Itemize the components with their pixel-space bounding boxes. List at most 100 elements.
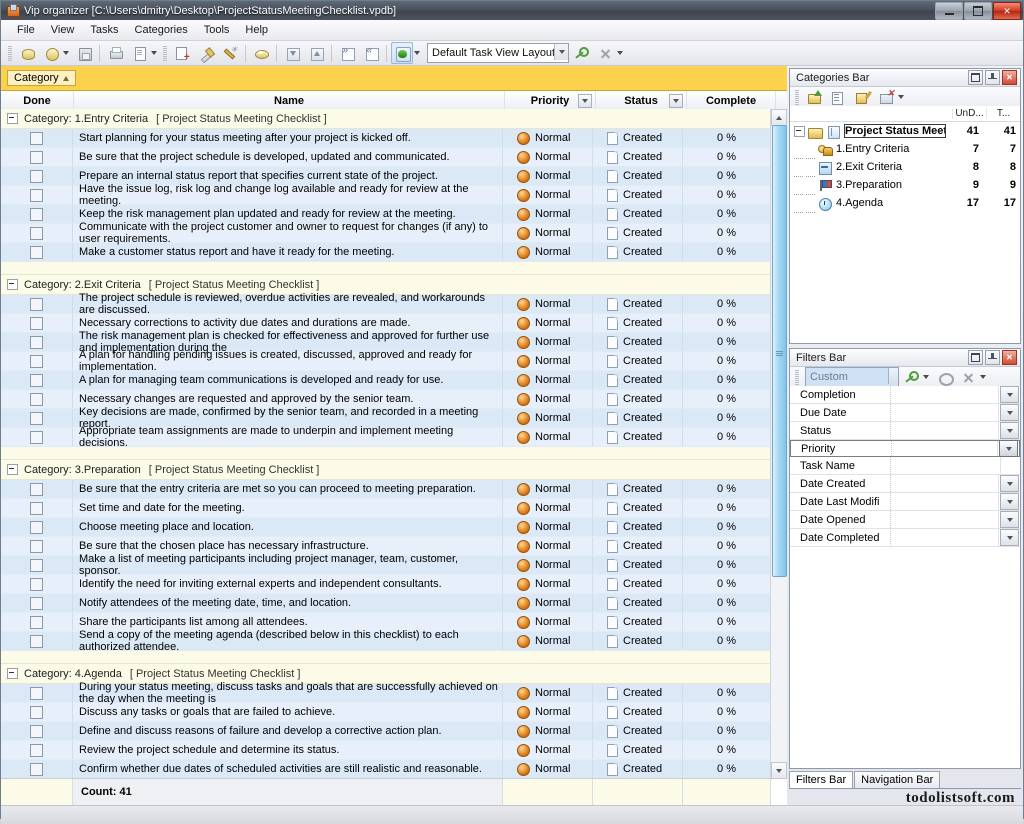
task-done-cell[interactable] <box>1 632 73 650</box>
task-status-cell[interactable]: Created <box>593 518 683 536</box>
category-tree-item[interactable]: 4.Agenda 17 17 <box>790 194 1020 213</box>
task-row[interactable]: Send a copy of the meeting agenda (descr… <box>1 629 771 653</box>
view-layout-icon[interactable] <box>391 42 413 64</box>
scroll-up-button[interactable] <box>771 109 787 126</box>
task-complete-cell[interactable]: 0 % <box>683 390 771 408</box>
task-done-checkbox[interactable] <box>30 743 43 757</box>
task-priority-cell[interactable]: Normal <box>503 518 593 536</box>
task-done-cell[interactable] <box>1 722 73 740</box>
filter-row[interactable]: Due Date <box>790 404 1020 422</box>
task-status-cell[interactable]: Created <box>593 167 683 185</box>
categories-close-button[interactable]: ✕ <box>1002 70 1017 85</box>
task-row[interactable]: Choose meeting place and location. Normal… <box>1 518 771 537</box>
task-done-checkbox[interactable] <box>30 577 43 591</box>
task-row[interactable]: A plan for managing team communications … <box>1 371 771 390</box>
task-done-cell[interactable] <box>1 480 73 498</box>
task-priority-cell[interactable]: Normal <box>503 741 593 759</box>
task-done-checkbox[interactable] <box>30 596 43 610</box>
task-name-cell[interactable]: Be sure that the entry criteria are met … <box>73 480 503 498</box>
filter-value[interactable] <box>891 422 999 439</box>
menu-item-tasks[interactable]: Tasks <box>82 22 126 38</box>
task-priority-cell[interactable]: Normal <box>503 390 593 408</box>
move-up-icon[interactable] <box>305 42 327 64</box>
task-done-cell[interactable] <box>1 537 73 555</box>
task-name-cell[interactable]: Send a copy of the meeting agenda (descr… <box>73 629 503 653</box>
filters-toolbar-grip[interactable] <box>795 369 799 385</box>
task-complete-cell[interactable]: 0 % <box>683 352 771 370</box>
task-priority-cell[interactable]: Normal <box>503 499 593 517</box>
filter-value[interactable] <box>892 441 998 456</box>
task-status-cell[interactable]: Created <box>593 684 683 702</box>
task-done-checkbox[interactable] <box>30 392 43 406</box>
task-name-cell[interactable]: Be sure that the project schedule is dev… <box>73 148 503 166</box>
task-row[interactable]: Make a list of meeting participants incl… <box>1 553 771 577</box>
task-done-checkbox[interactable] <box>30 558 43 572</box>
minimize-button[interactable] <box>935 2 963 20</box>
column-header-name[interactable]: Name <box>74 91 505 110</box>
menu-item-file[interactable]: File <box>9 22 43 38</box>
task-done-checkbox[interactable] <box>30 686 43 700</box>
layout-overflow-icon[interactable] <box>617 51 623 55</box>
task-status-cell[interactable]: Created <box>593 205 683 223</box>
task-done-cell[interactable] <box>1 499 73 517</box>
delete-task-icon[interactable] <box>219 42 241 64</box>
task-done-cell[interactable] <box>1 295 73 313</box>
task-priority-cell[interactable]: Normal <box>503 703 593 721</box>
filter-row[interactable]: Completion <box>790 386 1020 404</box>
task-status-cell[interactable]: Created <box>593 575 683 593</box>
task-complete-cell[interactable]: 0 % <box>683 371 771 389</box>
delete-filter-icon[interactable] <box>957 366 979 388</box>
filter-row[interactable]: Date Last Modifi <box>790 493 1020 511</box>
task-status-cell[interactable]: Created <box>593 352 683 370</box>
task-status-cell[interactable]: Created <box>593 148 683 166</box>
task-status-cell[interactable]: Created <box>593 760 683 778</box>
task-row[interactable]: Set time and date for the meeting. Normal… <box>1 499 771 518</box>
task-priority-cell[interactable]: Normal <box>503 333 593 351</box>
tree-collapse-icon[interactable] <box>794 125 805 137</box>
task-done-checkbox[interactable] <box>30 316 43 330</box>
task-done-checkbox[interactable] <box>30 724 43 738</box>
task-row[interactable]: Be sure that the project schedule is dev… <box>1 148 771 167</box>
task-name-cell[interactable]: Communicate with the project customer an… <box>73 221 503 245</box>
filter-overflow-icon[interactable] <box>980 375 986 379</box>
task-priority-cell[interactable]: Normal <box>503 613 593 631</box>
task-done-cell[interactable] <box>1 186 73 204</box>
task-done-checkbox[interactable] <box>30 188 43 202</box>
column-header-status[interactable]: Status <box>596 91 687 110</box>
new-category-icon[interactable] <box>803 86 825 108</box>
apply-filter-icon[interactable] <box>900 366 922 388</box>
task-status-cell[interactable]: Created <box>593 243 683 261</box>
maximize-button[interactable] <box>964 2 992 20</box>
task-name-cell[interactable]: Discuss any tasks or goals that are fail… <box>73 703 503 721</box>
task-done-checkbox[interactable] <box>30 169 43 183</box>
task-done-cell[interactable] <box>1 594 73 612</box>
task-name-cell[interactable]: During your status meeting, discuss task… <box>73 681 503 705</box>
task-name-cell[interactable]: A plan for managing team communications … <box>73 371 503 389</box>
clear-filter-icon[interactable] <box>933 366 955 388</box>
filter-dropdown-button[interactable] <box>1000 404 1019 421</box>
categories-col-undone[interactable]: UnD... <box>952 108 986 119</box>
task-complete-cell[interactable]: 0 % <box>683 409 771 427</box>
filter-value[interactable] <box>891 493 999 510</box>
filter-row[interactable]: Status <box>790 422 1020 440</box>
priority-filter-button[interactable] <box>578 94 592 108</box>
task-status-cell[interactable]: Created <box>593 371 683 389</box>
categories-tree-body[interactable]: UnD... T... Project Status Meeting Chec 4… <box>790 106 1020 343</box>
column-header-done[interactable]: Done <box>1 91 74 110</box>
task-row[interactable]: Confirm whether due dates of scheduled a… <box>1 760 771 779</box>
edit-category-icon[interactable] <box>851 86 873 108</box>
task-row[interactable]: Discuss any tasks or goals that are fail… <box>1 703 771 722</box>
task-status-cell[interactable]: Created <box>593 428 683 446</box>
task-name-cell[interactable]: Set time and date for the meeting. <box>73 499 503 517</box>
scroll-down-button[interactable] <box>771 762 787 779</box>
task-done-cell[interactable] <box>1 741 73 759</box>
task-row[interactable]: Communicate with the project customer an… <box>1 221 771 245</box>
task-done-checkbox[interactable] <box>30 373 43 387</box>
task-row[interactable]: The project schedule is reviewed, overdu… <box>1 292 771 316</box>
apply-filter-dropdown-icon[interactable] <box>923 375 929 379</box>
task-done-cell[interactable] <box>1 167 73 185</box>
task-row[interactable]: During your status meeting, discuss task… <box>1 681 771 705</box>
category-tree-item[interactable]: 2.Exit Criteria 8 8 <box>790 158 1020 177</box>
filter-value[interactable] <box>891 457 1001 474</box>
group-collapse-icon[interactable] <box>7 464 18 475</box>
